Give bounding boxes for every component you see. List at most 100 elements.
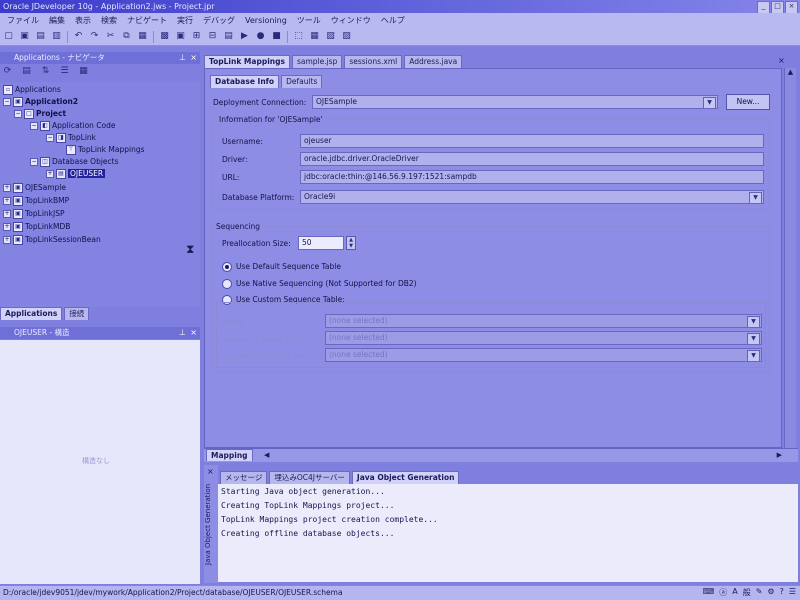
save-icon[interactable]: ▤ bbox=[35, 31, 46, 42]
input-mode-icon[interactable]: A bbox=[732, 587, 737, 598]
undo-icon[interactable]: ↶ bbox=[73, 31, 84, 42]
tree-item[interactable]: + ▣ TopLinkMDB bbox=[3, 221, 70, 232]
deploy-icon[interactable]: ▤ bbox=[223, 31, 234, 42]
radio-native-sequencing[interactable]: Use Native Sequencing (Not Supported for… bbox=[222, 279, 417, 289]
preallocation-size-input[interactable]: 50 bbox=[298, 236, 344, 250]
collapse-toggle[interactable]: − bbox=[30, 121, 38, 130]
expand-toggle[interactable]: + bbox=[3, 222, 11, 231]
collapse-icon[interactable]: ⊟ bbox=[207, 31, 218, 42]
username-field[interactable]: ojeuser bbox=[300, 134, 764, 148]
make-icon[interactable]: ▩ bbox=[159, 31, 170, 42]
profile-icon[interactable]: ⬚ bbox=[293, 31, 304, 42]
tree-item[interactable]: − ▣ Application2 bbox=[3, 96, 78, 107]
pin-icon[interactable]: ⊥ bbox=[179, 53, 186, 62]
open-icon[interactable]: ▣ bbox=[19, 31, 30, 42]
collapse-toggle[interactable]: − bbox=[3, 97, 11, 106]
collapse-toggle[interactable]: − bbox=[46, 133, 54, 142]
menu-debug[interactable]: デバッグ bbox=[198, 15, 240, 26]
scroll-up-icon[interactable]: ▲ bbox=[785, 68, 796, 76]
chevron-down-icon[interactable]: ▼ bbox=[749, 192, 762, 203]
tab-java-object-generation[interactable]: Java Object Generation bbox=[351, 471, 460, 484]
database-platform-select[interactable]: Oracle9i ▼ bbox=[300, 190, 764, 204]
tree-item[interactable]: − ◫ Database Objects bbox=[30, 156, 119, 167]
driver-field[interactable]: oracle.jdbc.driver.OracleDriver bbox=[300, 152, 764, 166]
url-field[interactable]: jdbc:oracle:thin:@146.56.9.197:1521:samp… bbox=[300, 170, 764, 184]
menu-edit[interactable]: 編集 bbox=[44, 15, 70, 26]
tree-item[interactable]: + ▤ OJEUSER bbox=[46, 168, 106, 179]
scroll-right-icon[interactable]: ▶ bbox=[777, 451, 782, 459]
tab-sample-jsp[interactable]: sample.jsp bbox=[291, 55, 343, 68]
radio-checked[interactable] bbox=[222, 262, 232, 272]
collapse-toggle[interactable]: − bbox=[14, 109, 22, 118]
radio-unchecked[interactable] bbox=[222, 279, 232, 289]
expand-toggle[interactable]: + bbox=[3, 235, 11, 244]
new-connection-button[interactable]: New... bbox=[726, 94, 770, 110]
pen-icon[interactable]: ✎ bbox=[756, 587, 763, 598]
view-options-icon[interactable]: ☰ bbox=[59, 66, 70, 77]
menu-versioning[interactable]: Versioning bbox=[240, 16, 292, 25]
deployment-connection-select[interactable]: OJESample ▼ bbox=[312, 95, 718, 109]
tree-item[interactable]: + ▣ TopLinkJSP bbox=[3, 208, 65, 219]
tab-address-java[interactable]: Address.java bbox=[404, 55, 463, 68]
menu-icon[interactable]: ☰ bbox=[789, 587, 796, 598]
menu-file[interactable]: ファイル bbox=[2, 15, 44, 26]
tab-database-info[interactable]: Database Info bbox=[210, 75, 280, 88]
tab-messages[interactable]: メッセージ bbox=[220, 471, 268, 484]
filter-icon[interactable]: ▤ bbox=[21, 66, 32, 77]
tab-defaults[interactable]: Defaults bbox=[281, 75, 323, 88]
menu-view[interactable]: 表示 bbox=[70, 15, 96, 26]
menu-tools[interactable]: ツール bbox=[292, 15, 326, 26]
pin-icon[interactable]: ⊥ bbox=[179, 328, 186, 337]
expand-toggle[interactable]: + bbox=[3, 196, 11, 205]
close-icon[interactable]: × bbox=[190, 53, 197, 62]
expand-toggle[interactable]: + bbox=[3, 183, 11, 192]
tab-toplink-mappings[interactable]: TopLink Mappings bbox=[204, 55, 290, 68]
tree-item[interactable]: ▫ Applications bbox=[3, 84, 61, 95]
run-icon[interactable]: ▶ bbox=[239, 31, 250, 42]
new-icon[interactable]: ▢ bbox=[3, 31, 14, 42]
toggle-icon[interactable]: ▦ bbox=[78, 66, 89, 77]
radio-default-sequence[interactable]: Use Default Sequence Table bbox=[222, 262, 341, 272]
tab-mapping[interactable]: Mapping bbox=[206, 449, 253, 461]
tab-applications[interactable]: Applications bbox=[0, 307, 63, 320]
ime-icon[interactable]: ⓐ bbox=[719, 587, 727, 598]
tab-sessions-xml[interactable]: sessions.xml bbox=[344, 55, 403, 68]
save-all-icon[interactable]: ▥ bbox=[51, 31, 62, 42]
tree-item[interactable]: + ▣ OJESample bbox=[3, 182, 66, 193]
menu-help[interactable]: ヘルプ bbox=[376, 15, 410, 26]
help-icon[interactable]: ? bbox=[780, 587, 784, 598]
rebuild-icon[interactable]: ▣ bbox=[175, 31, 186, 42]
keyboard-icon[interactable]: ⌨ bbox=[703, 587, 715, 598]
menu-run[interactable]: 実行 bbox=[172, 15, 198, 26]
editor-scrollbar[interactable]: ▲ bbox=[784, 68, 796, 448]
sort-icon[interactable]: ⇅ bbox=[40, 66, 51, 77]
tab-connections[interactable]: 接続 bbox=[64, 307, 90, 320]
refresh-icon[interactable]: ⟳ bbox=[2, 66, 13, 77]
tab-embedded-oc4j[interactable]: 埋込みOC4Jサーバー bbox=[269, 471, 350, 484]
ime-mode-icon[interactable]: 般 bbox=[743, 587, 751, 598]
settings-icon[interactable]: ⚙ bbox=[767, 587, 774, 598]
tree-item[interactable]: + ▣ TopLinkBMP bbox=[3, 195, 69, 206]
tree-item[interactable]: + ▣ TopLinkSessionBean bbox=[3, 234, 101, 245]
menu-search[interactable]: 検索 bbox=[96, 15, 122, 26]
debug-icon[interactable]: ● bbox=[255, 31, 266, 42]
paste-icon[interactable]: ▦ bbox=[137, 31, 148, 42]
audit-icon[interactable]: ▦ bbox=[309, 31, 320, 42]
close-icon[interactable]: × bbox=[190, 328, 197, 337]
copy-icon[interactable]: ⧉ bbox=[121, 31, 132, 42]
stop-icon[interactable]: ■ bbox=[271, 31, 282, 42]
tree-item[interactable]: − ◨ TopLink bbox=[46, 132, 96, 143]
tree-item[interactable]: ⊤ TopLink Mappings bbox=[66, 144, 145, 155]
menu-navigate[interactable]: ナビゲート bbox=[122, 15, 172, 26]
layout-icon[interactable]: ▧ bbox=[325, 31, 336, 42]
scroll-left-icon[interactable]: ◀ bbox=[264, 451, 269, 459]
chevron-down-icon[interactable]: ▼ bbox=[703, 97, 716, 108]
menu-window[interactable]: ウィンドウ bbox=[326, 15, 376, 26]
redo-icon[interactable]: ↷ bbox=[89, 31, 100, 42]
grid-icon[interactable]: ▨ bbox=[341, 31, 352, 42]
tree-item[interactable]: − □ Project bbox=[14, 108, 66, 119]
expand-icon[interactable]: ⊞ bbox=[191, 31, 202, 42]
editor-close-icon[interactable]: × bbox=[778, 56, 788, 66]
cut-icon[interactable]: ✂ bbox=[105, 31, 116, 42]
tree-item[interactable]: − ◧ Application Code bbox=[30, 120, 116, 131]
